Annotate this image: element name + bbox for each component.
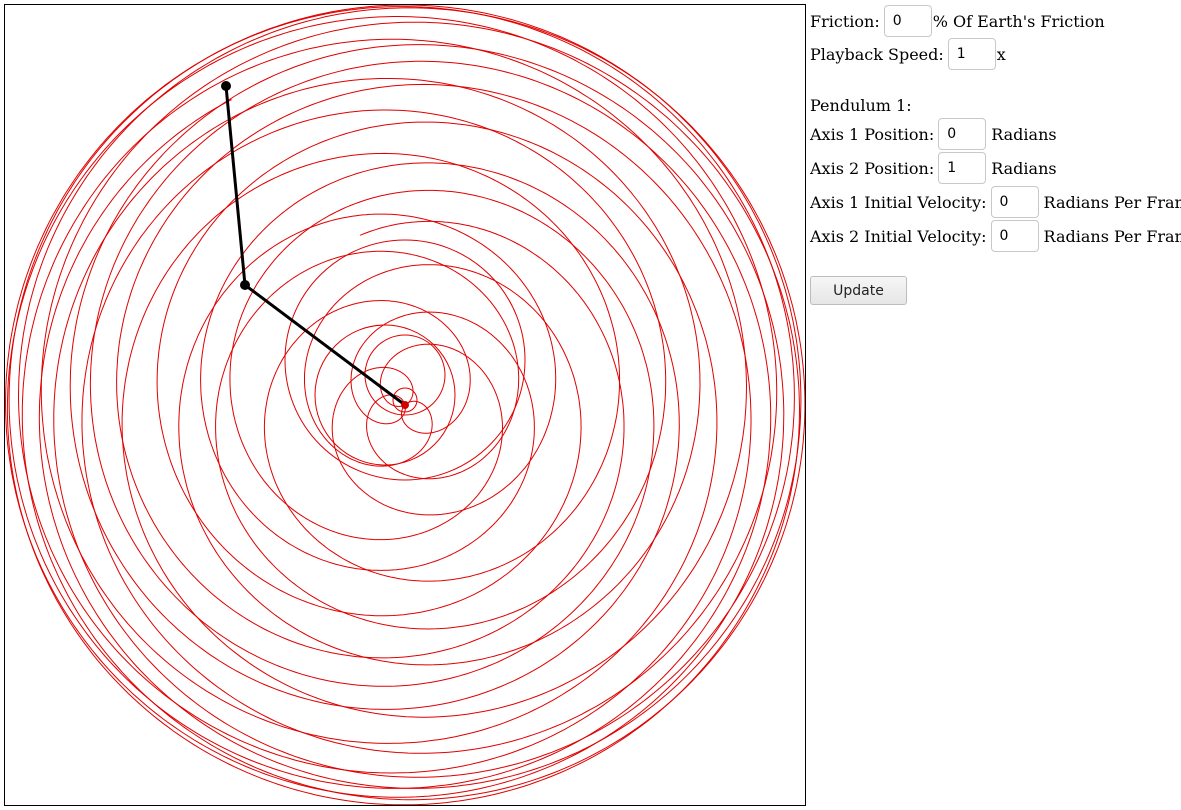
pendulum-bob-1: [240, 280, 250, 290]
axis1-velocity-input[interactable]: [990, 186, 1039, 218]
pendulum-bob-2: [221, 81, 231, 91]
axis2-position-label: Axis 2 Position:: [810, 158, 935, 178]
axis2-velocity-label: Axis 2 Initial Velocity:: [810, 226, 987, 246]
trail-path: [53, 78, 701, 778]
friction-input[interactable]: [883, 5, 932, 37]
update-button[interactable]: Update: [810, 276, 907, 305]
axis1-position-unit: Radians: [991, 124, 1057, 144]
pendulum-pivot: [401, 401, 409, 409]
friction-row: Friction: % Of Earth's Friction: [810, 4, 1105, 38]
axis2-velocity-input[interactable]: [990, 220, 1039, 252]
axis1-position-row: Axis 1 Position: Radians: [810, 117, 1057, 151]
playback-row: Playback Speed: x: [810, 37, 1006, 71]
simulation-canvas: [4, 4, 806, 806]
playback-speed-input[interactable]: [947, 38, 996, 70]
trail-loop: [314, 324, 456, 466]
pendulum-svg: [5, 5, 805, 805]
axis1-velocity-row: Axis 1 Initial Velocity: Radians Per Fra…: [810, 185, 1181, 219]
friction-unit: % Of Earth's Friction: [932, 11, 1105, 31]
trail-loop: [284, 239, 526, 481]
axis1-velocity-label: Axis 1 Initial Velocity:: [810, 192, 987, 212]
axis1-position-input[interactable]: [938, 118, 987, 150]
axis2-velocity-row: Axis 2 Initial Velocity: Radians Per Fra…: [810, 219, 1181, 253]
axis1-position-label: Axis 1 Position:: [810, 124, 935, 144]
trail-path: [200, 162, 535, 571]
pendulum-1-heading: Pendulum 1:: [810, 96, 912, 115]
axis2-position-unit: Radians: [991, 158, 1057, 178]
playback-label: Playback Speed:: [810, 44, 944, 64]
pendulum-arm-1: [244, 283, 406, 407]
axis2-position-row: Axis 2 Position: Radians: [810, 151, 1057, 185]
axis2-velocity-unit: Radians Per Frame: [1043, 226, 1181, 246]
axis2-position-input[interactable]: [938, 152, 987, 184]
axis1-velocity-unit: Radians Per Frame: [1043, 192, 1181, 212]
trail-path: [70, 16, 778, 754]
friction-label: Friction:: [810, 11, 880, 31]
playback-unit: x: [996, 44, 1006, 64]
